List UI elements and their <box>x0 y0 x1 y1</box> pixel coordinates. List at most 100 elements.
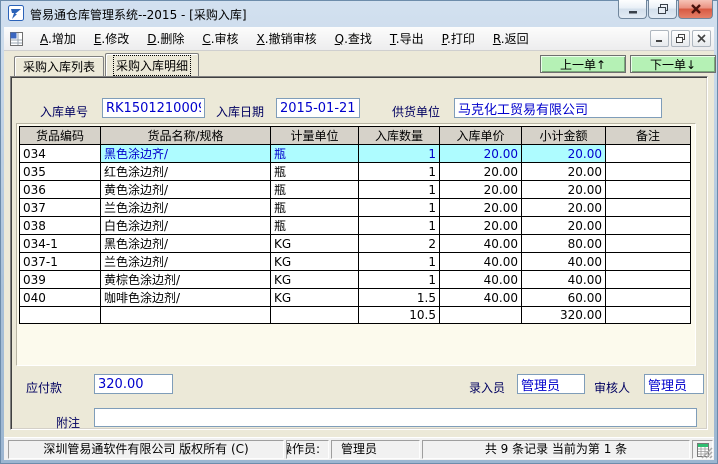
menu-item-R[interactable]: R.返回 <box>484 27 538 50</box>
grid-cell[interactable]: 20.00 <box>440 145 522 163</box>
table-row[interactable]: 034-1黑色涂边剂/KG240.0080.00 <box>20 235 691 253</box>
grid-cell[interactable] <box>606 253 691 271</box>
table-row[interactable]: 039黄棕色涂边剂/KG140.0040.00 <box>20 271 691 289</box>
order-no-field[interactable] <box>102 98 205 118</box>
grid-cell[interactable]: KG <box>271 253 359 271</box>
grid-cell[interactable]: 20.00 <box>522 217 606 235</box>
grid-cell[interactable]: 20.00 <box>522 163 606 181</box>
grid-cell[interactable]: 1 <box>359 253 440 271</box>
grid-cell[interactable]: 037 <box>20 199 101 217</box>
grid-cell[interactable]: 1 <box>359 181 440 199</box>
grid-cell[interactable]: 20.00 <box>440 181 522 199</box>
grid-cell[interactable]: 034 <box>20 145 101 163</box>
grid-cell[interactable]: 1 <box>359 217 440 235</box>
grid-cell[interactable]: 瓶 <box>271 145 359 163</box>
grid-cell[interactable]: 瓶 <box>271 181 359 199</box>
mdi-close-button[interactable] <box>692 30 711 47</box>
grid-cell[interactable] <box>606 145 691 163</box>
mdi-minimize-button[interactable] <box>650 30 669 47</box>
grid-cell[interactable]: KG <box>271 235 359 253</box>
grid-cell[interactable]: 034-1 <box>20 235 101 253</box>
grid-cell[interactable]: KG <box>271 289 359 307</box>
grid-cell[interactable]: 1 <box>359 145 440 163</box>
grid-cell[interactable] <box>606 289 691 307</box>
grid-cell[interactable]: 80.00 <box>522 235 606 253</box>
grid-cell[interactable]: 2 <box>359 235 440 253</box>
grid-cell[interactable]: KG <box>271 271 359 289</box>
grid-cell[interactable]: 20.00 <box>440 163 522 181</box>
table-row[interactable]: 040咖啡色涂边剂/KG1.540.0060.00 <box>20 289 691 307</box>
grid-cell[interactable]: 40.00 <box>440 271 522 289</box>
restore-button[interactable] <box>648 0 677 19</box>
tab-purchase-inbound-detail[interactable]: 采购入库明细 <box>105 53 199 76</box>
table-row[interactable]: 034黑色涂边齐/瓶120.0020.00 <box>20 145 691 163</box>
grid-cell[interactable]: 035 <box>20 163 101 181</box>
grid-cell[interactable] <box>606 199 691 217</box>
grid-cell[interactable]: 40.00 <box>522 271 606 289</box>
grid-cell[interactable]: 20.00 <box>522 199 606 217</box>
grid-cell[interactable]: 20.00 <box>522 145 606 163</box>
mdi-restore-button[interactable] <box>671 30 690 47</box>
grid-cell[interactable]: 白色涂边剂/ <box>101 217 271 235</box>
note-field[interactable] <box>94 408 697 427</box>
grid-cell[interactable]: 1.5 <box>359 289 440 307</box>
table-row[interactable]: 037-1兰色涂边剂/KG140.0040.00 <box>20 253 691 271</box>
grid-cell[interactable] <box>606 181 691 199</box>
payable-field[interactable] <box>94 374 173 394</box>
grid-cell[interactable]: 20.00 <box>440 199 522 217</box>
resize-grip[interactable] <box>699 445 713 459</box>
menu-item-D[interactable]: D.删除 <box>138 27 193 50</box>
grid-cell[interactable]: 40.00 <box>522 253 606 271</box>
entry-by-field[interactable] <box>517 374 585 394</box>
table-row[interactable]: 037兰色涂边剂/瓶120.0020.00 <box>20 199 691 217</box>
grid-cell[interactable]: 20.00 <box>440 217 522 235</box>
grid-cell[interactable]: 40.00 <box>440 253 522 271</box>
table-row[interactable]: 038白色涂边剂/瓶120.0020.00 <box>20 217 691 235</box>
grid-cell[interactable]: 黄色涂边剂/ <box>101 181 271 199</box>
grid-cell[interactable]: 20.00 <box>522 181 606 199</box>
grid-cell[interactable]: 038 <box>20 217 101 235</box>
menu-item-T[interactable]: T.导出 <box>381 27 433 50</box>
menu-item-P[interactable]: P.打印 <box>433 27 484 50</box>
grid-cell[interactable]: 1 <box>359 271 440 289</box>
menu-item-X[interactable]: X.撤销审核 <box>248 27 326 50</box>
minimize-button[interactable] <box>618 0 647 19</box>
grid-cell[interactable]: 1 <box>359 163 440 181</box>
menu-item-Q[interactable]: Q.查找 <box>326 27 381 50</box>
grid-cell[interactable]: 瓶 <box>271 163 359 181</box>
grid-cell[interactable]: 咖啡色涂边剂/ <box>101 289 271 307</box>
grid-cell[interactable]: 039 <box>20 271 101 289</box>
grid-cell[interactable]: 黑色涂边齐/ <box>101 145 271 163</box>
grid-cell[interactable] <box>606 271 691 289</box>
grid-cell[interactable]: 兰色涂边剂/ <box>101 199 271 217</box>
previous-order-button[interactable]: 上一单↑ <box>540 55 626 73</box>
supplier-field[interactable] <box>454 98 662 118</box>
auditor-field[interactable] <box>644 374 704 394</box>
grid-cell[interactable]: 40.00 <box>440 289 522 307</box>
menu-item-E[interactable]: E.修改 <box>85 27 138 50</box>
menu-item-C[interactable]: C.审核 <box>193 27 247 50</box>
grid-cell[interactable]: 兰色涂边剂/ <box>101 253 271 271</box>
grid-cell[interactable] <box>606 217 691 235</box>
grid-cell[interactable]: 黄棕色涂边剂/ <box>101 271 271 289</box>
grid-cell[interactable]: 瓶 <box>271 217 359 235</box>
next-order-button[interactable]: 下一单↓ <box>630 55 716 73</box>
menu-item-A[interactable]: A.增加 <box>31 27 85 50</box>
close-button[interactable] <box>678 0 713 19</box>
grid-cell[interactable] <box>606 235 691 253</box>
grid-cell[interactable]: 40.00 <box>440 235 522 253</box>
inbound-date-field[interactable] <box>276 98 360 118</box>
grid-cell[interactable]: 037-1 <box>20 253 101 271</box>
table-row[interactable]: 036黄色涂边剂/瓶120.0020.00 <box>20 181 691 199</box>
grid-cell[interactable] <box>606 163 691 181</box>
grid-cell[interactable]: 040 <box>20 289 101 307</box>
grid-cell[interactable]: 瓶 <box>271 199 359 217</box>
grid-cell[interactable]: 60.00 <box>522 289 606 307</box>
grid-cell[interactable]: 036 <box>20 181 101 199</box>
grid-cell[interactable]: 黑色涂边剂/ <box>101 235 271 253</box>
table-row[interactable]: 035红色涂边剂/瓶120.0020.00 <box>20 163 691 181</box>
title-bar[interactable]: 管易通仓库管理系统--2015 - [采购入库] <box>0 0 718 27</box>
tab-purchase-inbound-list[interactable]: 采购入库列表 <box>14 56 104 76</box>
grid-cell[interactable]: 红色涂边剂/ <box>101 163 271 181</box>
grid-cell[interactable]: 1 <box>359 199 440 217</box>
